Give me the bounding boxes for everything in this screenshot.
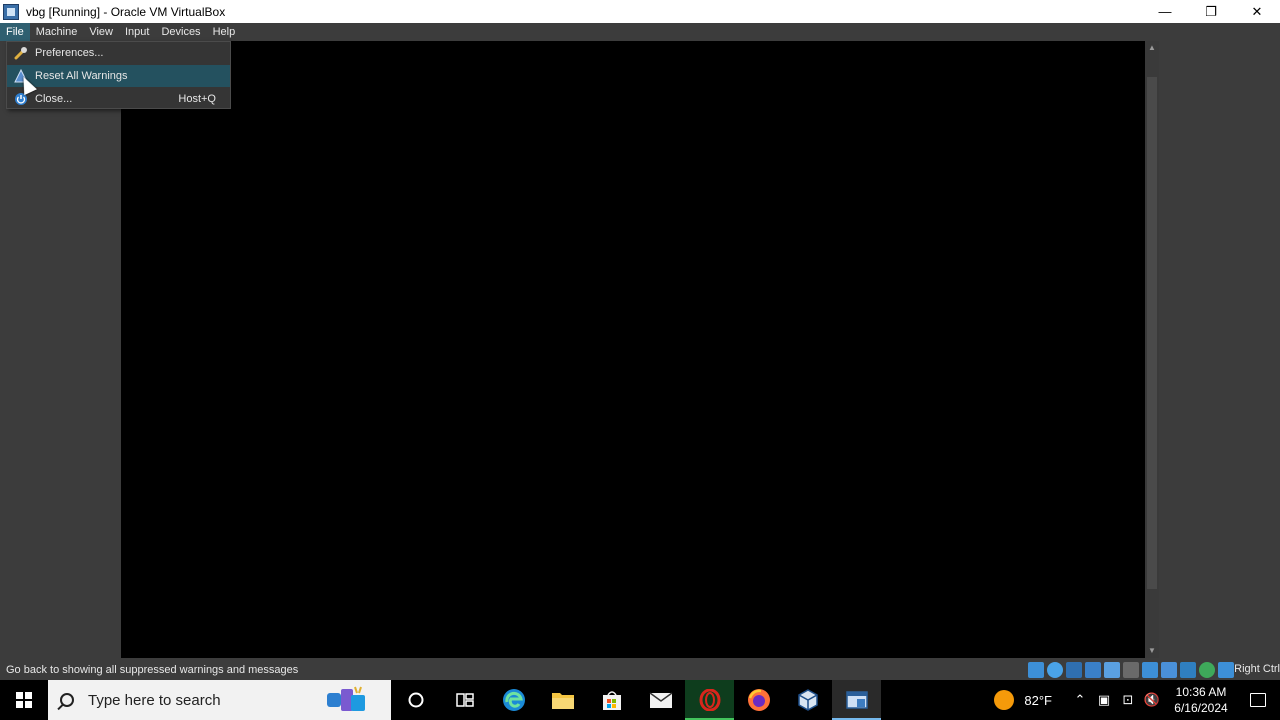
meet-now-icon[interactable]: ▣ [1092,692,1116,708]
taskbar-search-box[interactable]: Type here to search [48,680,391,720]
action-center-button[interactable] [1236,680,1280,720]
close-window-button[interactable]: ✕ [1234,0,1280,23]
windows-taskbar: Type here to search 82°F ⌃ ▣ ⊡ 🔇 10:36 A… [0,680,1280,720]
weather-temperature[interactable]: 82°F [1024,693,1052,708]
taskbar-file-explorer[interactable] [538,680,587,720]
vertical-scrollbar[interactable]: ▲ ▼ [1145,41,1159,658]
start-button[interactable] [0,680,48,720]
mouse-integration-icon[interactable] [1199,662,1215,678]
status-message: Go back to showing all suppressed warnin… [6,664,299,676]
menu-input[interactable]: Input [119,23,155,41]
store-bag-icon [602,691,621,710]
folder-icon [551,693,574,709]
search-icon [60,693,74,707]
opera-gx-icon [699,689,720,711]
taskbar-microsoft-store[interactable] [587,680,636,720]
menu-bar: File Machine View Input Devices Help [0,23,1280,41]
taskbar-edge[interactable] [489,680,538,720]
search-highlight-illustration-icon [327,686,365,711]
scroll-up-arrow-icon[interactable]: ▲ [1145,41,1159,55]
cortana-button[interactable] [391,680,440,720]
menu-machine[interactable]: Machine [30,23,84,41]
menu-help[interactable]: Help [207,23,242,41]
edge-browser-icon [502,689,525,711]
cortana-circle-icon [408,692,423,708]
menu-item-label: Close... [35,93,73,105]
menu-item-close[interactable]: Close... Host+Q [7,88,230,110]
network-icon[interactable] [1085,662,1101,678]
taskbar-clock[interactable]: 10:36 AM 6/16/2024 [1166,684,1236,716]
vm-window-icon [845,691,868,709]
optical-drive-icon[interactable] [1047,662,1063,678]
status-indicators [1028,662,1234,678]
display-icon[interactable] [1142,662,1158,678]
window-controls: — ❐ ✕ [1142,0,1280,23]
status-bar: Go back to showing all suppressed warnin… [0,660,1280,680]
clock-time: 10:36 AM [1175,685,1227,699]
hard-disk-icon[interactable] [1028,662,1044,678]
network-status-icon[interactable]: ⊡ [1116,692,1140,708]
minimize-button[interactable]: — [1142,0,1188,23]
taskbar-vm-window[interactable] [832,680,881,720]
task-view-button[interactable] [440,680,489,720]
taskbar-opera-gx[interactable] [685,680,734,720]
menu-item-label: Reset All Warnings [35,70,128,82]
volume-muted-icon[interactable]: 🔇 [1140,692,1164,708]
firefox-icon [747,689,770,711]
taskbar-virtualbox-manager[interactable] [783,680,832,720]
file-menu-dropdown: Preferences... Reset All Warnings Close.… [6,41,231,109]
clock-date: 6/16/2024 [1174,701,1228,715]
windows-logo-icon [16,692,32,708]
menu-file[interactable]: File [0,23,30,41]
restore-button[interactable]: ❐ [1188,0,1234,23]
scroll-thumb[interactable] [1147,77,1157,589]
show-hidden-icons-chevron-icon[interactable]: ⌃ [1068,692,1092,708]
vm-display[interactable] [121,41,1145,658]
virtualbox-cube-icon [797,689,818,711]
shared-folders-icon[interactable] [1123,662,1139,678]
task-view-icon [455,693,474,707]
virtualbox-app-icon[interactable] [3,3,19,20]
menu-item-label: Preferences... [35,47,104,59]
search-placeholder: Type here to search [88,691,221,709]
weather-sun-icon[interactable] [994,690,1015,710]
video-capture-icon[interactable] [1161,662,1177,678]
cpu-icon[interactable] [1180,662,1196,678]
usb-icon[interactable] [1104,662,1120,678]
title-bar: vbg [Running] - Oracle VM VirtualBox — ❐… [0,0,1280,23]
wrench-icon [13,45,29,61]
taskbar-firefox[interactable] [734,680,783,720]
menu-item-preferences[interactable]: Preferences... [7,42,230,64]
menu-devices[interactable]: Devices [155,23,206,41]
notification-icon [1250,693,1266,707]
host-key-label: Right Ctrl [1234,663,1280,675]
window-title: vbg [Running] - Oracle VM VirtualBox [26,4,226,19]
menu-item-reset-all-warnings[interactable]: Reset All Warnings [7,65,230,87]
audio-icon[interactable] [1066,662,1082,678]
menu-view[interactable]: View [83,23,119,41]
taskbar-mail[interactable] [636,680,685,720]
mail-envelope-icon [649,692,672,708]
shortcut-label: Host+Q [178,93,216,105]
scroll-down-arrow-icon[interactable]: ▼ [1145,644,1159,658]
system-tray: 82°F ⌃ ▣ ⊡ 🔇 10:36 AM 6/16/2024 [994,680,1280,720]
keyboard-capture-icon[interactable] [1218,662,1234,678]
